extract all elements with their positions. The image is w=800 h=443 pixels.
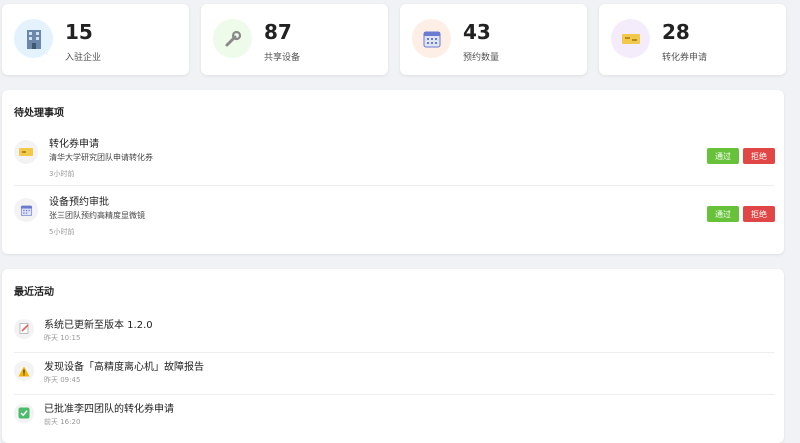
stat-label: 预约数量 (463, 53, 500, 63)
calendar-icon (412, 19, 451, 58)
activity-item-time: 昨天 09:45 (44, 376, 81, 384)
approve-button[interactable]: 通过 (707, 148, 739, 164)
pending-panel: 待处理事项 转化券申请 清华大学研究团队申请转化券 3小时前 通过 拒绝 设备预… (2, 90, 784, 254)
activity-item-title: 发现设备「高精度离心机」故障报告 (44, 362, 204, 373)
checkmark-icon (14, 403, 34, 423)
stat-card-devices: 87 共享设备 (201, 4, 388, 75)
activity-item-time: 昨天 10:15 (44, 334, 81, 342)
stat-label: 转化券申请 (662, 53, 708, 63)
activity-item: 系统已更新至版本 1.2.0 昨天 10:15 (14, 311, 774, 353)
calendar-icon (14, 198, 38, 222)
activity-item-title: 系统已更新至版本 1.2.0 (44, 320, 153, 331)
activity-title: 最近活动 (14, 287, 54, 298)
pending-item-time: 5小时前 (49, 228, 75, 236)
activity-item: 发现设备「高精度离心机」故障报告 昨天 09:45 (14, 353, 774, 395)
pending-item-title: 设备预约审批 (49, 197, 109, 208)
stat-label: 共享设备 (264, 53, 301, 63)
reject-button[interactable]: 拒绝 (743, 206, 775, 222)
stat-card-bookings: 43 预约数量 (400, 4, 587, 75)
pending-item-time: 3小时前 (49, 170, 75, 178)
approve-button[interactable]: 通过 (707, 206, 739, 222)
ticket-icon (611, 19, 650, 58)
pending-item-desc: 张三团队预约高精度显微镜 (49, 211, 145, 220)
stat-card-companies: 15 入驻企业 (2, 4, 189, 75)
pending-item: 转化券申请 清华大学研究团队申请转化券 3小时前 通过 拒绝 (14, 128, 775, 186)
stat-value: 28 (662, 20, 690, 44)
building-icon (14, 19, 53, 58)
pending-item: 设备预约审批 张三团队预约高精度显微镜 5小时前 通过 拒绝 (14, 186, 775, 244)
activity-item-time: 前天 16:20 (44, 418, 81, 426)
activity-item-title: 已批准李四团队的转化券申请 (44, 404, 174, 415)
stat-value: 15 (65, 20, 93, 44)
stat-card-vouchers: 28 转化券申请 (599, 4, 786, 75)
stats-row: 15 入驻企业 87 共享设备 43 预约数量 28 转化券申请 (2, 4, 790, 76)
ticket-icon (14, 140, 38, 164)
document-edit-icon (14, 319, 34, 339)
reject-button[interactable]: 拒绝 (743, 148, 775, 164)
activity-item: 已批准李四团队的转化券申请 前天 16:20 (14, 395, 774, 437)
stat-value: 43 (463, 20, 491, 44)
pending-title: 待处理事项 (14, 108, 64, 119)
stat-value: 87 (264, 20, 292, 44)
pending-item-title: 转化券申请 (49, 139, 99, 150)
warning-icon (14, 361, 34, 381)
wrench-icon (213, 19, 252, 58)
activity-panel: 最近活动 系统已更新至版本 1.2.0 昨天 10:15 发现设备「高精度离心机… (2, 269, 784, 443)
pending-item-desc: 清华大学研究团队申请转化券 (49, 153, 153, 162)
stat-label: 入驻企业 (65, 53, 102, 63)
